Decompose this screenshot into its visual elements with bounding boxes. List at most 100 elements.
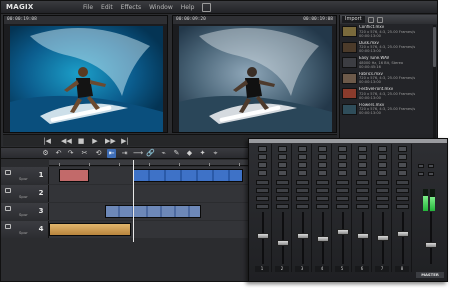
channel-fader[interactable]	[357, 232, 369, 239]
scrollbar-thumb[interactable]	[433, 27, 436, 67]
program-video-frame[interactable]	[179, 26, 332, 132]
channel-button[interactable]	[316, 204, 329, 209]
channel-button[interactable]	[336, 188, 349, 193]
menu-effects[interactable]: Effects	[121, 2, 141, 13]
rewind-button[interactable]: ◀◀	[61, 137, 72, 145]
go-to-end-button[interactable]: ▶|	[121, 137, 129, 145]
lock-icon[interactable]	[5, 170, 11, 175]
channel-button[interactable]	[316, 188, 329, 193]
tab-import[interactable]: Import	[342, 16, 365, 23]
playhead[interactable]	[133, 160, 134, 242]
channel-knob[interactable]	[278, 162, 287, 168]
video-clip[interactable]	[49, 223, 131, 236]
video-clip[interactable]	[133, 169, 243, 182]
channel-fader[interactable]	[397, 231, 409, 238]
media-item[interactable]: Fabrics.mxv 720 x 576, 4:3, 25.00 Frames/…	[341, 72, 433, 87]
channel-button[interactable]	[256, 196, 269, 201]
channel-fader[interactable]	[317, 235, 329, 242]
channel-fader[interactable]	[377, 235, 389, 241]
track-header[interactable]: Spur 3	[1, 203, 49, 220]
channel-knob[interactable]	[338, 162, 347, 168]
channel-button[interactable]	[316, 196, 329, 201]
channel-button[interactable]	[376, 196, 389, 201]
channel-button[interactable]	[296, 180, 309, 185]
channel-button[interactable]	[376, 188, 389, 193]
master-button[interactable]	[428, 164, 434, 168]
channel-knob[interactable]	[338, 146, 347, 152]
effects-icon[interactable]: ✦	[198, 149, 207, 158]
channel-button[interactable]	[296, 204, 309, 209]
list-view-icon[interactable]	[376, 16, 383, 23]
track-header[interactable]: Spur 1	[1, 167, 49, 184]
channel-button[interactable]	[396, 204, 409, 209]
video-clip[interactable]	[105, 205, 201, 218]
media-item[interactable]: Dusk.mxv 720 x 576, 4:3, 25.00 Frames/s 00…	[341, 41, 433, 56]
media-item[interactable]: Easy Tune.WAV 48000 Hz, 16 Bit, Stereo 00:…	[341, 56, 433, 71]
channel-knob[interactable]	[298, 170, 307, 176]
channel-button[interactable]	[276, 196, 289, 201]
channel-knob[interactable]	[338, 170, 347, 176]
channel-knob[interactable]	[358, 146, 367, 152]
channel-button[interactable]	[396, 196, 409, 201]
marker-icon[interactable]: ◆	[185, 149, 194, 158]
media-item[interactable]: Flowers.mxv 720 x 576, 4:3, 25.00 Frames/…	[341, 103, 433, 118]
stretch-icon[interactable]: ⟶	[133, 149, 143, 158]
channel-knob[interactable]	[318, 146, 327, 152]
channel-button[interactable]	[336, 196, 349, 201]
channel-button[interactable]	[276, 180, 289, 185]
curve-icon[interactable]: ⌁	[159, 149, 168, 158]
channel-knob[interactable]	[258, 146, 267, 152]
channel-button[interactable]	[336, 204, 349, 209]
channel-knob[interactable]	[258, 162, 267, 168]
master-button[interactable]	[418, 164, 424, 168]
pencil-icon[interactable]: ✎	[172, 149, 181, 158]
video-clip[interactable]	[59, 169, 89, 182]
channel-button[interactable]	[256, 204, 269, 209]
channel-button[interactable]	[296, 188, 309, 193]
channel-knob[interactable]	[298, 146, 307, 152]
channel-button[interactable]	[316, 180, 329, 185]
channel-knob[interactable]	[318, 154, 327, 160]
channel-fader[interactable]	[337, 229, 349, 236]
link-icon[interactable]: 🔗	[146, 149, 155, 158]
channel-knob[interactable]	[398, 146, 407, 152]
channel-knob[interactable]	[358, 154, 367, 160]
go-to-start-button[interactable]: |◀	[43, 137, 51, 145]
menu-edit[interactable]: Edit	[101, 2, 113, 13]
channel-knob[interactable]	[398, 170, 407, 176]
channel-button[interactable]	[276, 204, 289, 209]
layout-icon[interactable]	[202, 3, 212, 12]
lock-icon[interactable]	[5, 224, 11, 229]
channel-button[interactable]	[336, 180, 349, 185]
trim-icon[interactable]: ⇥	[120, 149, 129, 158]
channel-button[interactable]	[396, 180, 409, 185]
channel-button[interactable]	[256, 188, 269, 193]
mixer-title-bar[interactable]	[249, 139, 447, 143]
channel-knob[interactable]	[318, 170, 327, 176]
folder-icon[interactable]	[367, 16, 374, 23]
channel-button[interactable]	[396, 188, 409, 193]
channel-button[interactable]	[356, 188, 369, 193]
snap-icon[interactable]: ⌖	[211, 149, 220, 158]
menu-help[interactable]: Help	[181, 2, 195, 13]
media-pool-scrollbar[interactable]	[433, 25, 436, 141]
channel-knob[interactable]	[278, 170, 287, 176]
channel-button[interactable]	[356, 204, 369, 209]
master-button[interactable]	[428, 172, 434, 176]
channel-fader[interactable]	[277, 239, 289, 246]
menu-window[interactable]: Window	[149, 2, 173, 13]
fast-forward-button[interactable]: ▶▶	[105, 137, 116, 145]
channel-knob[interactable]	[258, 154, 267, 160]
stop-button[interactable]: ■	[77, 137, 85, 145]
channel-knob[interactable]	[398, 162, 407, 168]
play-button[interactable]: ▶	[91, 137, 99, 145]
master-button[interactable]	[418, 172, 424, 176]
channel-knob[interactable]	[298, 162, 307, 168]
channel-knob[interactable]	[278, 154, 287, 160]
channel-knob[interactable]	[358, 170, 367, 176]
channel-knob[interactable]	[338, 154, 347, 160]
settings-icon[interactable]: ⚙	[41, 149, 50, 158]
channel-knob[interactable]	[258, 170, 267, 176]
lock-icon[interactable]	[5, 206, 11, 211]
channel-button[interactable]	[276, 188, 289, 193]
